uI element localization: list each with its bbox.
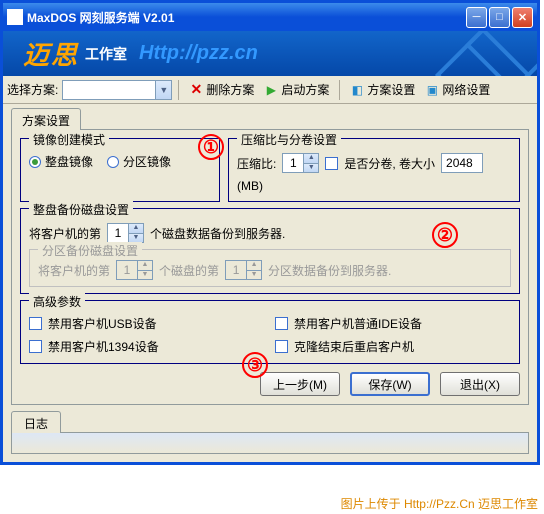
fulldisk-backup-legend: 整盘备份磁盘设置 [29,201,133,218]
banner: 迈思 工作室 Http://pzz.cn [3,31,537,76]
disable-ide-checkbox[interactable] [275,317,288,330]
partition-middle: 个磁盘的第 [159,262,219,279]
advanced-legend: 高级参数 [29,293,85,310]
scheme-settings-button[interactable]: ◧ 方案设置 [346,79,419,100]
tab-scheme-settings[interactable]: 方案设置 [11,108,81,130]
tab-panel: 镜像创建模式 整盘镜像 分区镜像 压缩比与分卷设置 [11,129,529,405]
titlebar[interactable]: MaxDOS 网刻服务端 V2.01 ─ □ ✕ [3,3,537,31]
scheme-label: 选择方案: [7,81,58,98]
pdisk-up: ▲ [137,261,152,270]
fulldisk-prefix: 将客户机的第 [29,225,101,242]
content-area: 方案设置 镜像创建模式 整盘镜像 分区镜像 [3,104,537,462]
settings-icon: ◧ [350,83,364,97]
exit-button[interactable]: 退出(X) [440,372,520,396]
mirror-mode-group: 镜像创建模式 整盘镜像 分区镜像 [20,138,220,202]
reboot-after-label: 克隆结束后重启客户机 [294,338,414,355]
watermark: 图片上传于 Http://Pzz.Cn 迈思工作室 [341,495,538,512]
advanced-group: 高级参数 禁用客户机USB设备 禁用客户机普通IDE设备 禁用客户机1394设备 [20,300,520,364]
start-scheme-label: 启动方案 [281,81,329,98]
compress-legend: 压缩比与分卷设置 [237,131,341,148]
fulldisk-backup-group: 整盘备份磁盘设置 将客户机的第 1 ▲ ▼ 个磁盘数据备份到服务器. 分区备份磁… [20,208,520,294]
ppart-up: ▲ [246,261,261,270]
split-size-input[interactable]: 2048 [441,153,483,173]
disable-usb-checkbox[interactable] [29,317,42,330]
tab-log[interactable]: 日志 [11,411,61,433]
app-icon [7,9,23,25]
log-panel [11,432,529,454]
ratio-label: 压缩比: [237,155,276,172]
partition-backup-legend: 分区备份磁盘设置 [38,242,142,259]
close-button[interactable]: ✕ [512,7,533,28]
network-icon: ▣ [425,83,439,97]
partition-disk-value: 1 [117,261,137,279]
save-button[interactable]: 保存(W) [350,372,430,396]
network-settings-button[interactable]: ▣ 网络设置 [421,79,494,100]
ratio-up[interactable]: ▲ [303,154,318,163]
play-icon: ▶ [264,83,278,97]
main-window: MaxDOS 网刻服务端 V2.01 ─ □ ✕ 迈思 工作室 Http://p… [0,0,540,465]
network-settings-label: 网络设置 [442,81,490,98]
split-checkbox[interactable] [325,157,338,170]
ratio-spinner[interactable]: 1 ▲ ▼ [282,153,319,173]
radio-icon [29,156,41,168]
partition-disk-spinner: 1 ▲ ▼ [116,260,153,280]
partition-backup-group: 分区备份磁盘设置 将客户机的第 1 ▲ ▼ 个磁盘的第 1 [29,249,511,287]
disable-1394-checkbox[interactable] [29,340,42,353]
fulldisk-disk-spinner[interactable]: 1 ▲ ▼ [107,223,144,243]
ppart-down: ▼ [246,270,261,279]
scheme-select[interactable]: ▼ [62,80,172,100]
maximize-button[interactable]: □ [489,7,510,28]
mirror-mode-legend: 镜像创建模式 [29,131,109,148]
dropdown-icon: ▼ [155,81,171,99]
banner-url: Http://pzz.cn [139,42,258,65]
full-disk-mirror-label: 整盘镜像 [45,153,93,170]
delete-icon: ✕ [189,83,203,97]
toolbar: 选择方案: ▼ ✕ 删除方案 ▶ 启动方案 ◧ 方案设置 ▣ 网络设置 [3,76,537,104]
delete-scheme-label: 删除方案 [206,81,254,98]
ratio-down[interactable]: ▼ [303,163,318,172]
minimize-button[interactable]: ─ [466,7,487,28]
ratio-value: 1 [283,154,303,172]
banner-decoration [437,31,537,76]
window-title: MaxDOS 网刻服务端 V2.01 [27,9,466,26]
fulldisk-suffix: 个磁盘数据备份到服务器. [150,225,285,242]
banner-logo: 迈思 [23,35,79,72]
disk-down[interactable]: ▼ [128,233,143,242]
radio-icon [107,156,119,168]
banner-subtitle: 工作室 [85,44,127,64]
partition-mirror-label: 分区镜像 [123,153,171,170]
disable-1394-label: 禁用客户机1394设备 [48,338,159,355]
split-unit: (MB) [237,179,263,193]
scheme-settings-label: 方案设置 [367,81,415,98]
compress-group: 压缩比与分卷设置 压缩比: 1 ▲ ▼ 是否分卷, 卷大小 2048 [228,138,520,202]
partition-prefix: 将客户机的第 [38,262,110,279]
prev-button[interactable]: 上一步(M) [260,372,340,396]
pdisk-down: ▼ [137,270,152,279]
start-scheme-button[interactable]: ▶ 启动方案 [260,79,333,100]
full-disk-mirror-radio[interactable]: 整盘镜像 [29,153,93,170]
disk-up[interactable]: ▲ [128,224,143,233]
fulldisk-disk-value: 1 [108,224,128,242]
partition-part-value: 1 [226,261,246,279]
reboot-after-checkbox[interactable] [275,340,288,353]
delete-scheme-button[interactable]: ✕ 删除方案 [185,79,258,100]
partition-suffix: 分区数据备份到服务器. [268,262,391,279]
split-label: 是否分卷, 卷大小 [344,155,435,172]
disable-ide-label: 禁用客户机普通IDE设备 [294,315,422,332]
partition-part-spinner: 1 ▲ ▼ [225,260,262,280]
partition-mirror-radio[interactable]: 分区镜像 [107,153,171,170]
disable-usb-label: 禁用客户机USB设备 [48,315,157,332]
